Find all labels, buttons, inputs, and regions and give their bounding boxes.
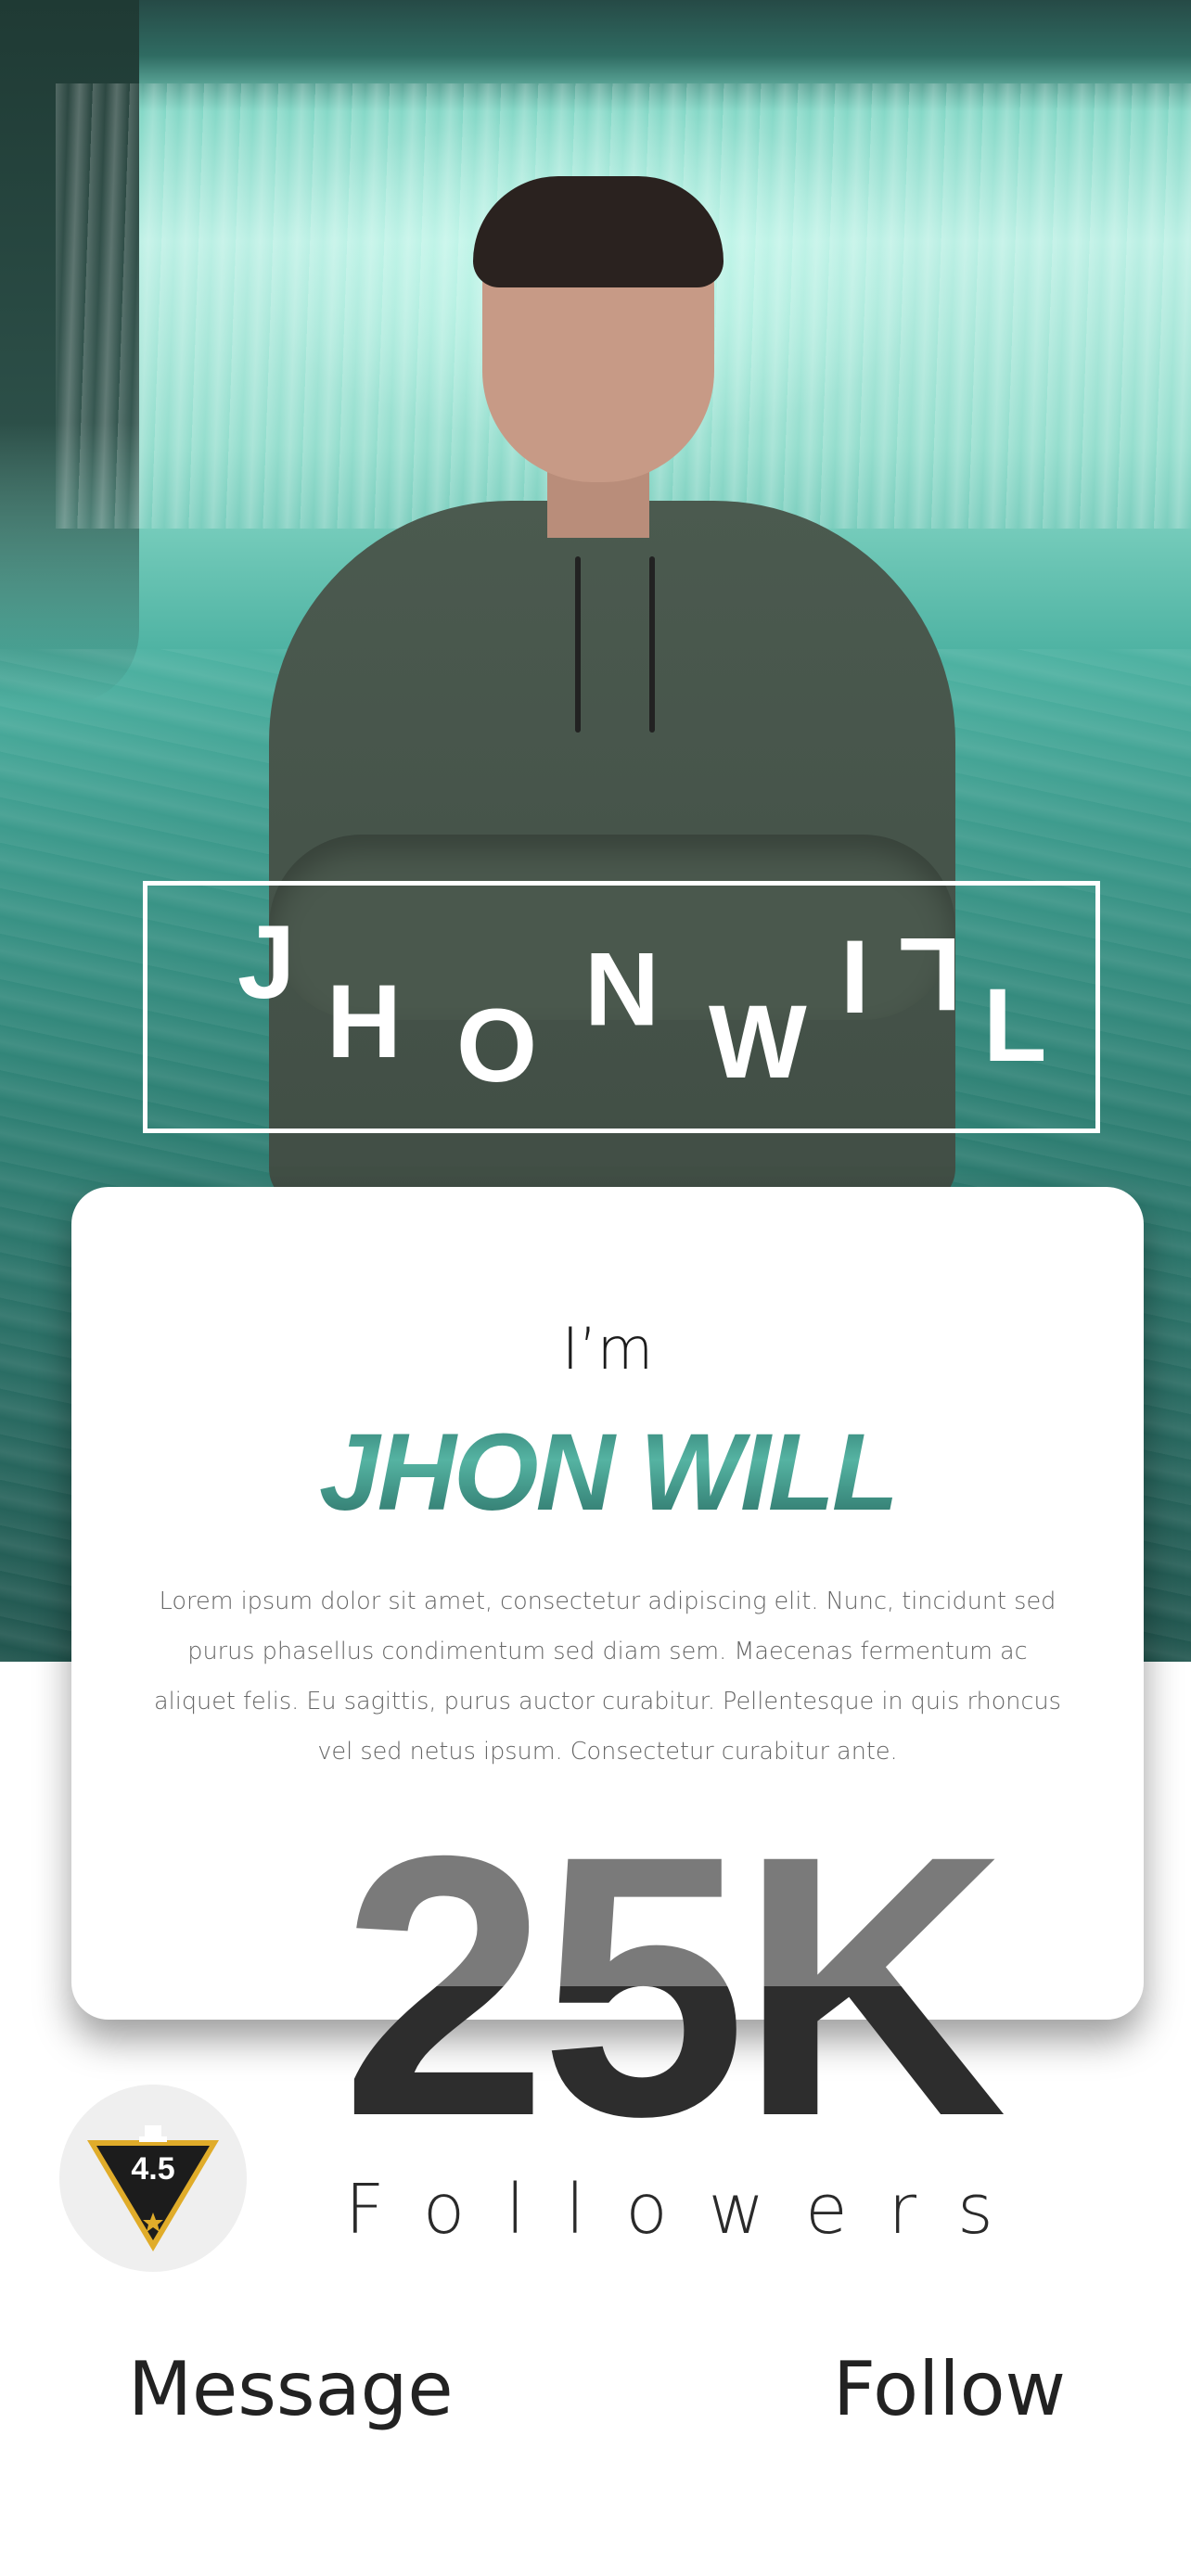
frame-letter: H <box>327 963 402 1079</box>
frame-letter: L <box>898 916 962 1032</box>
hair <box>473 176 724 287</box>
last-name: WILL <box>639 1411 896 1534</box>
frame-letter: N <box>584 931 660 1047</box>
first-name: JHON <box>319 1411 612 1534</box>
frame-letter: W <box>709 984 807 1100</box>
hoodie-string <box>575 556 581 733</box>
profile-name: JHON WILL <box>71 1409 1144 1536</box>
frame-letter: I <box>840 919 870 1035</box>
frame-letter: J <box>237 904 296 1020</box>
frame-letter: O <box>456 988 538 1103</box>
followers-count: 25K <box>341 1801 1009 2172</box>
rating-value: 4.5 <box>131 2151 175 2187</box>
greeting: I’m <box>561 1315 654 1383</box>
frame-letter: L <box>983 967 1047 1083</box>
hoodie-string <box>649 556 655 733</box>
followers-label: Followers <box>345 2170 1034 2250</box>
bio-text: Lorem ipsum dolor sit amet, consectetur … <box>154 1588 1061 1766</box>
message-button[interactable]: Message <box>128 2346 454 2432</box>
rating-badge[interactable]: 4.5 <box>59 2085 247 2272</box>
follow-button[interactable]: Follow <box>833 2346 1066 2432</box>
